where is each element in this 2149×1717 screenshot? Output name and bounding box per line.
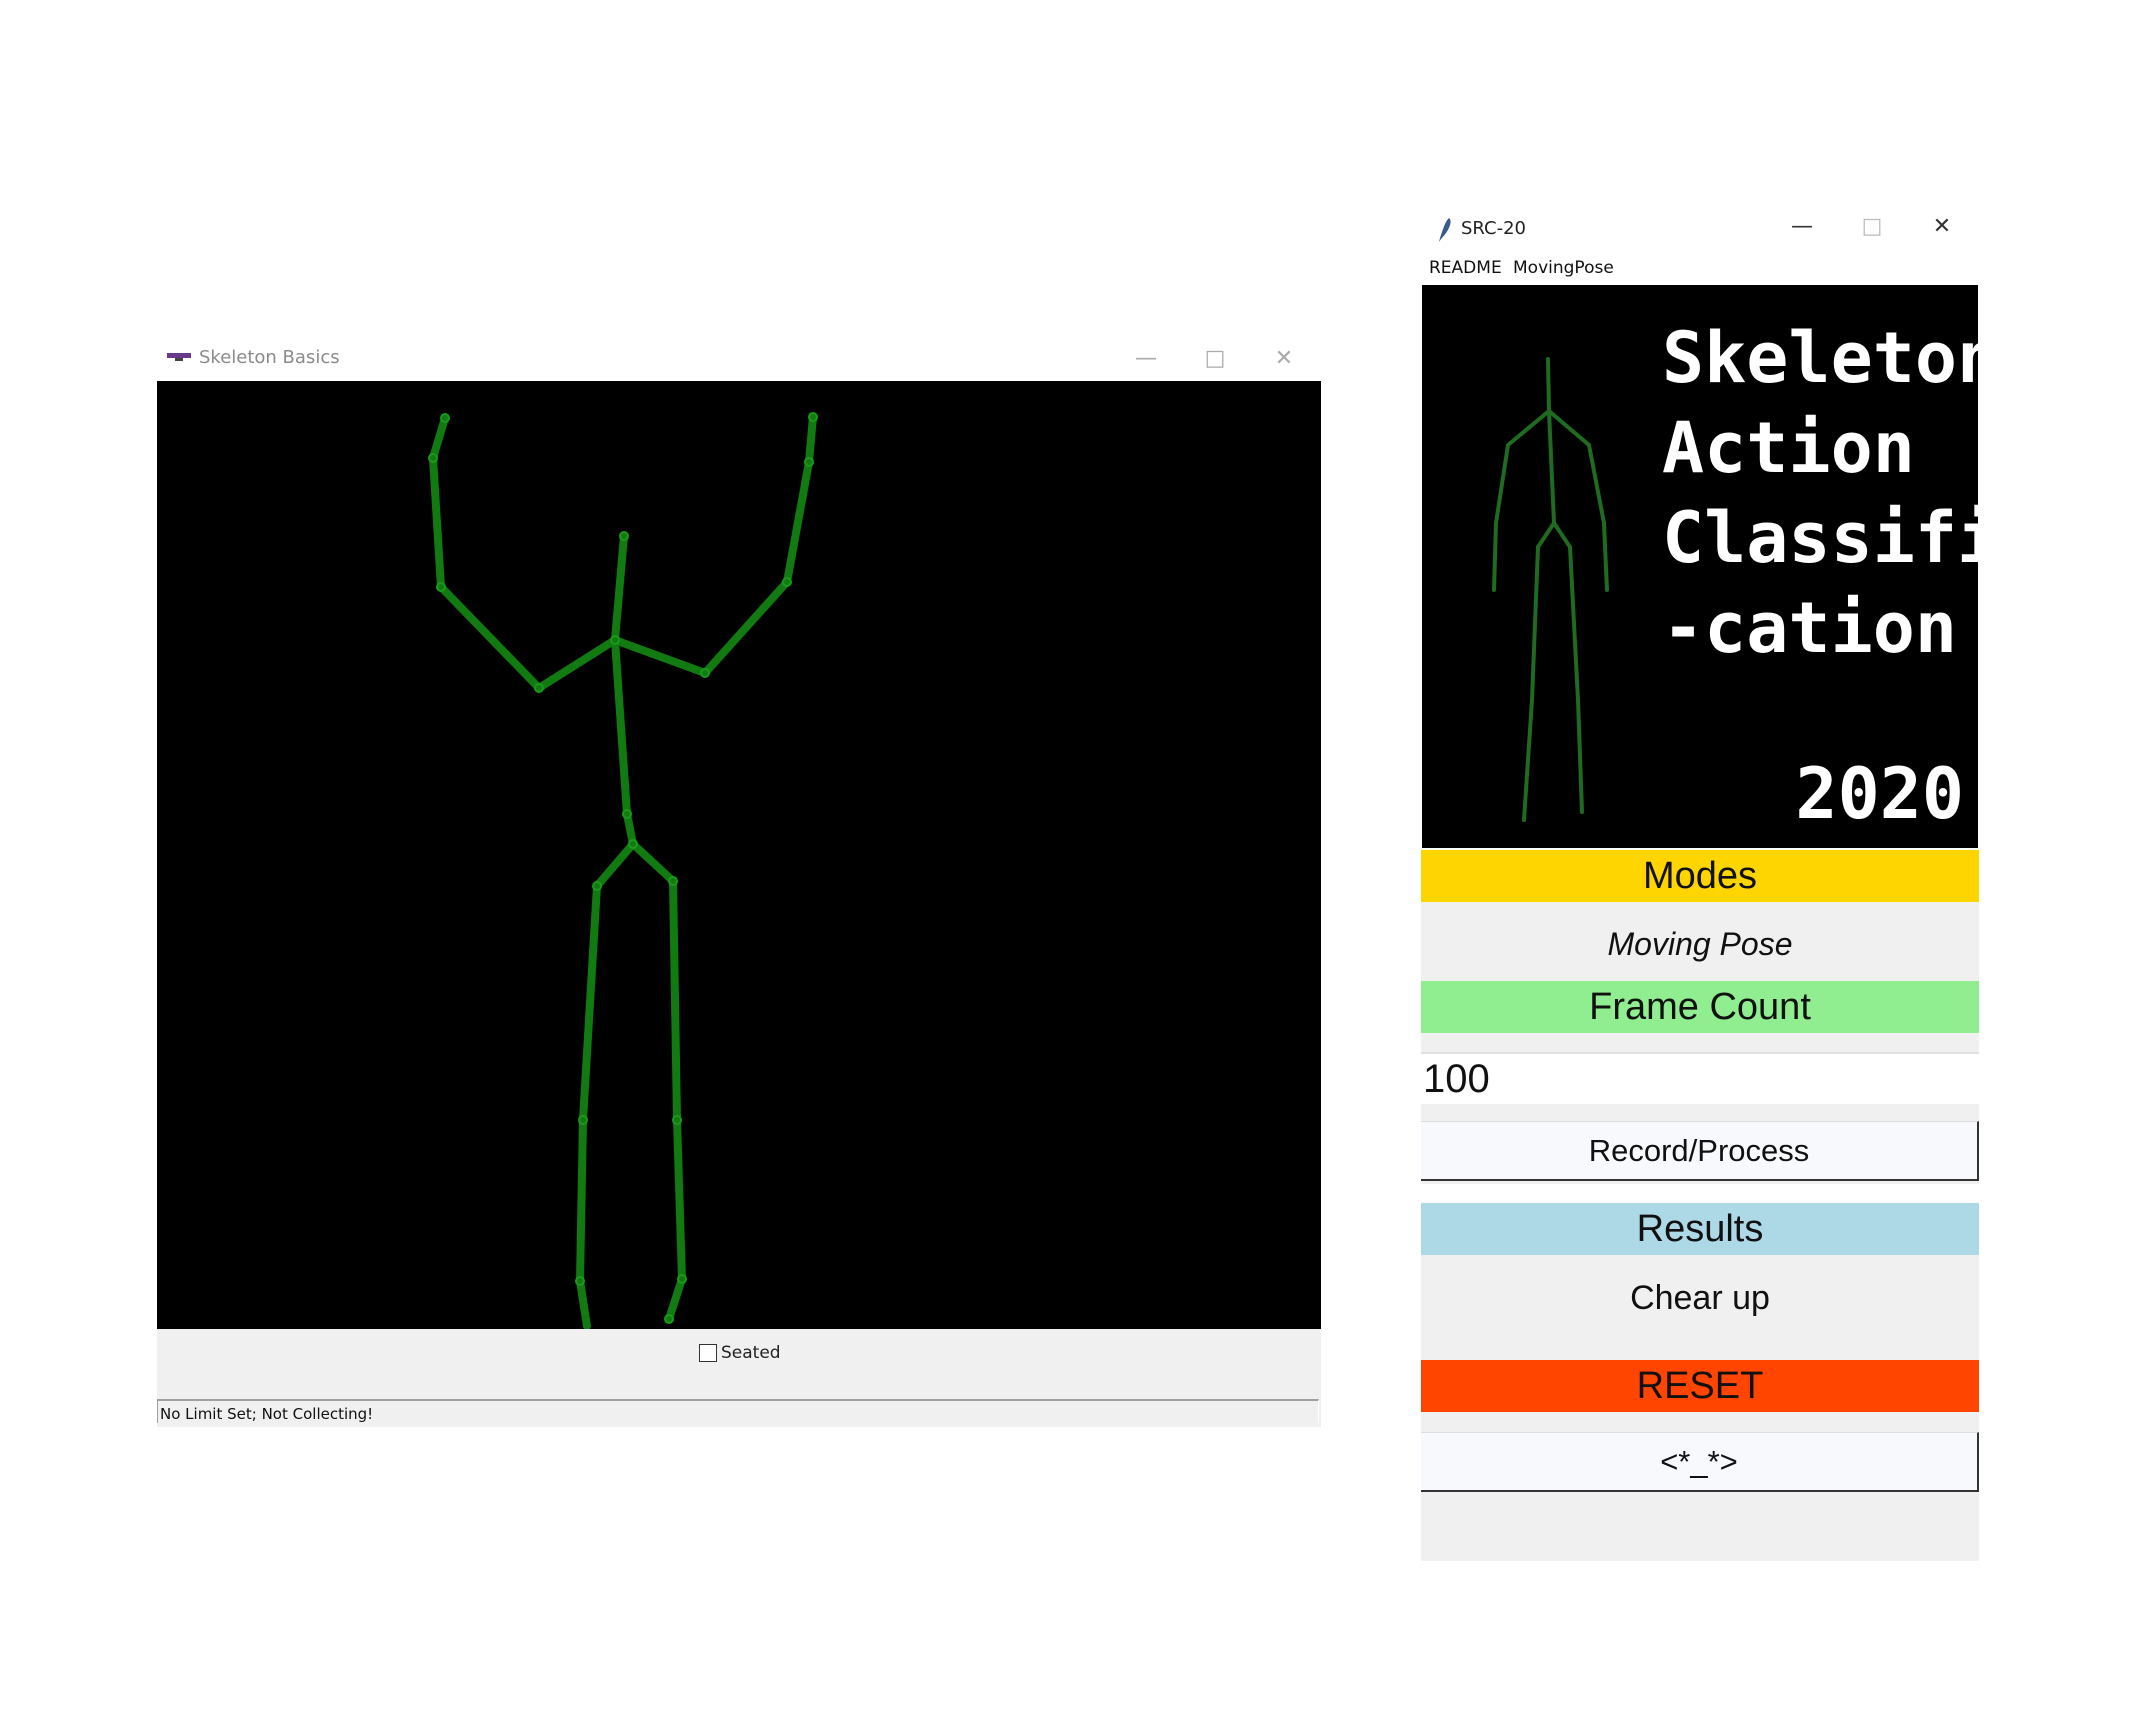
bone (665, 1275, 686, 1323)
bone (576, 1277, 591, 1330)
bone (576, 1116, 587, 1285)
reset-button[interactable]: RESET (1421, 1360, 1979, 1412)
bone (611, 636, 709, 677)
kinect-app-icon (167, 353, 191, 361)
skeleton-figure-icon (1492, 357, 1609, 822)
close-icon[interactable]: ✕ (1919, 209, 1965, 245)
menu-bar: README MovingPose (1421, 253, 1979, 285)
status-text: No Limit Set; Not Collecting! (160, 1405, 374, 1423)
maximize-icon[interactable]: □ (1849, 209, 1895, 245)
feather-icon (1439, 218, 1451, 242)
bone (429, 454, 445, 591)
bone (669, 877, 681, 1124)
bone (429, 414, 449, 462)
face-button[interactable]: <*_*> (1421, 1432, 1979, 1492)
status-bar: No Limit Set; Not Collecting! (157, 1399, 1319, 1423)
bone (783, 458, 813, 586)
record-process-button[interactable]: Record/Process (1421, 1121, 1979, 1181)
bone (805, 413, 817, 466)
seated-label[interactable]: Seated (721, 1343, 781, 1363)
window-footer (1421, 1495, 1979, 1535)
bone (611, 636, 631, 818)
bone (437, 583, 543, 692)
bone (579, 882, 601, 1124)
skeleton-canvas (157, 381, 1321, 1330)
bone (611, 532, 628, 644)
seated-checkbox[interactable] (699, 1344, 717, 1362)
minimize-icon[interactable]: — (1123, 341, 1169, 377)
bone (673, 1116, 686, 1283)
results-header: Results (1421, 1203, 1979, 1255)
maximize-icon[interactable]: □ (1192, 341, 1238, 377)
result-value: Chear up (1630, 1279, 1770, 1317)
menu-readme[interactable]: README (1429, 258, 1502, 278)
frame-count-input[interactable] (1421, 1052, 1979, 1104)
banner-title: Skeleton Action Classifi -cation (1662, 317, 1978, 669)
app-banner: Skeleton Action Classifi -cation 2020 (1422, 285, 1978, 848)
menu-movingpose[interactable]: MovingPose (1513, 258, 1614, 278)
frame-count-header: Frame Count (1421, 981, 1979, 1033)
modes-header: Modes (1421, 850, 1979, 902)
minimize-icon[interactable]: — (1779, 209, 1825, 245)
window-title: Skeleton Basics (199, 347, 340, 368)
bone (535, 636, 619, 692)
skeleton-titlebar[interactable]: Skeleton Basics — □ ✕ (157, 337, 1321, 381)
banner-year: 2020 (1795, 753, 1964, 835)
src-20-window: SRC-20 — □ ✕ README MovingPose Skeleton … (1421, 205, 1979, 1561)
close-icon[interactable]: ✕ (1261, 341, 1307, 377)
skeleton-basics-window: Skeleton Basics — □ ✕ Seated No Limit Se… (157, 337, 1321, 1427)
mode-value: Moving Pose (1607, 926, 1793, 962)
bone (629, 840, 677, 885)
bone (593, 840, 637, 890)
src-titlebar[interactable]: SRC-20 — □ ✕ (1421, 205, 1979, 253)
skeleton-drawing (428, 412, 818, 1330)
skeleton-bottom-panel: Seated No Limit Set; Not Collecting! (157, 1329, 1321, 1427)
window-title: SRC-20 (1461, 218, 1527, 239)
bone (701, 578, 791, 677)
